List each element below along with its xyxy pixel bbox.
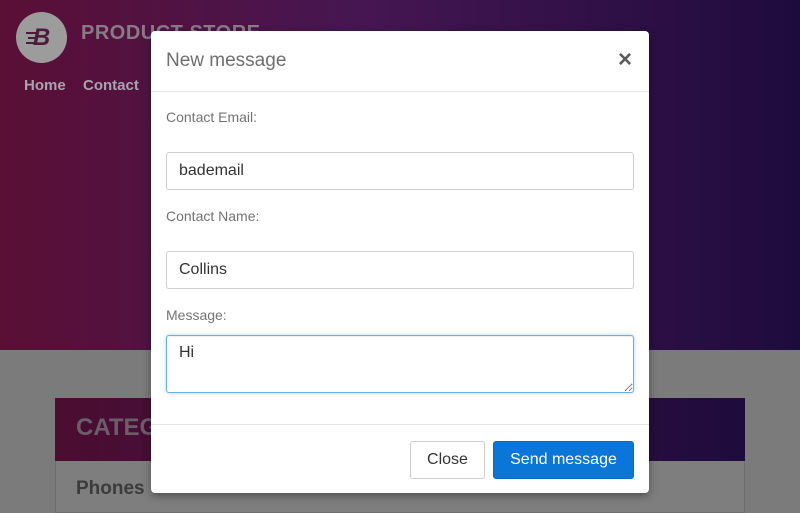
modal-title: New message xyxy=(166,50,287,71)
contact-email-label: Contact Email: xyxy=(166,109,258,125)
logo-letter: B xyxy=(32,24,51,51)
close-icon[interactable]: × xyxy=(615,48,635,72)
message-label: Message: xyxy=(166,307,227,323)
close-button[interactable]: Close xyxy=(410,441,485,479)
nav-home-link[interactable]: Home xyxy=(24,77,66,94)
contact-name-label: Contact Name: xyxy=(166,208,260,224)
send-message-button[interactable]: Send message xyxy=(493,441,634,479)
contact-name-field[interactable] xyxy=(166,251,634,289)
modal-footer: Close Send message xyxy=(151,424,649,493)
speed-lines-icon xyxy=(26,32,36,34)
nav-contact-link[interactable]: Contact xyxy=(83,77,139,94)
contact-email-field[interactable] xyxy=(166,152,634,190)
store-logo-icon[interactable]: B xyxy=(16,12,67,63)
category-item-phones[interactable]: Phones xyxy=(76,478,145,500)
new-message-modal: New message × Contact Email: Contact Nam… xyxy=(151,31,649,493)
message-textarea[interactable]: Hi xyxy=(166,335,634,393)
modal-header: New message × xyxy=(151,31,649,92)
